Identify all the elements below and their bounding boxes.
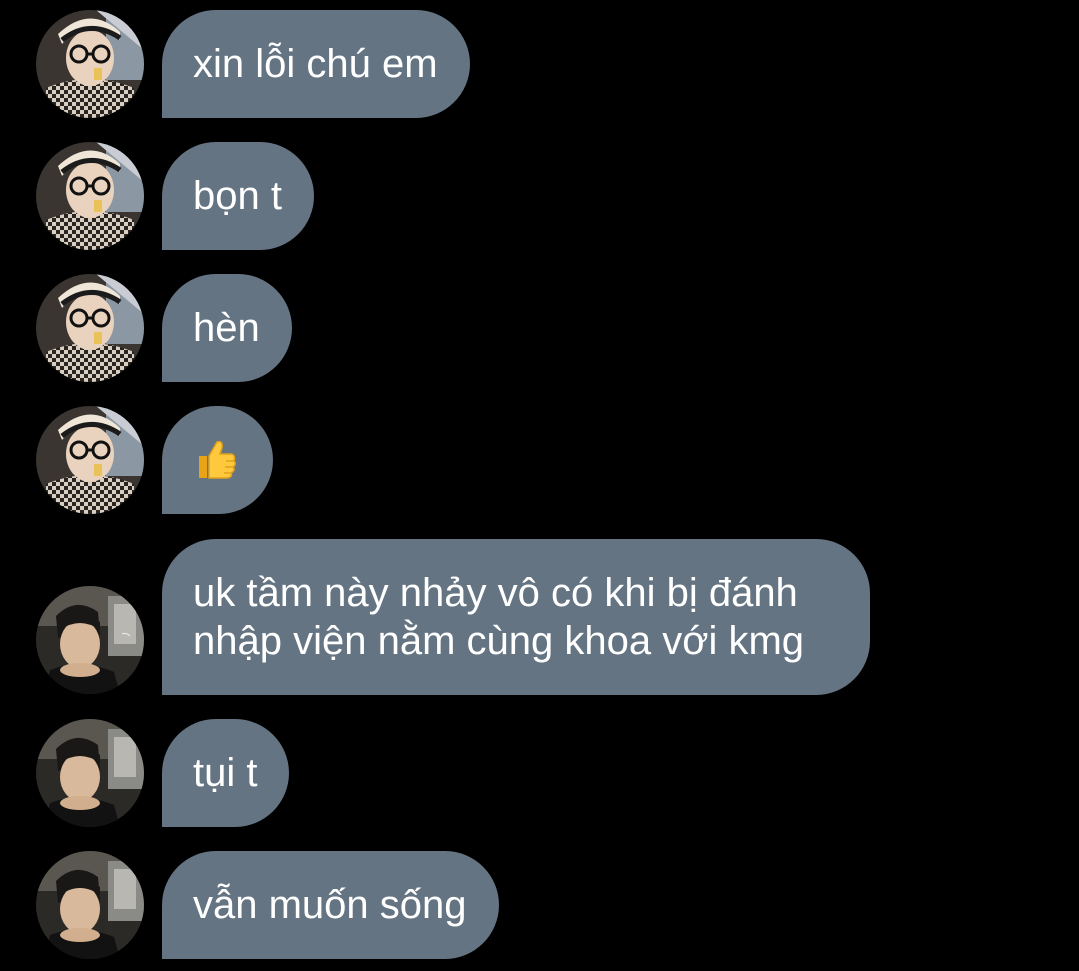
avatar-user-b-image (36, 851, 144, 959)
avatar-user-a[interactable] (36, 142, 144, 250)
message-text: tụi t (193, 751, 258, 795)
avatar-user-a-image (36, 406, 144, 514)
message-bubble[interactable]: bọn t (162, 142, 314, 250)
message-bubble[interactable]: vẫn muốn sống (162, 851, 499, 959)
avatar-user-b[interactable] (36, 719, 144, 827)
message-bubble[interactable]: hèn (162, 274, 292, 382)
avatar-user-a[interactable] (36, 10, 144, 118)
message-text-line: nhập viện nằm cùng khoa với kmg (193, 619, 805, 663)
message-bubble[interactable]: uk tầm này nhảy vô có khi bị đánh nhập v… (162, 539, 870, 695)
avatar-user-a[interactable] (36, 274, 144, 382)
message-bubble[interactable]: tụi t (162, 719, 290, 827)
avatar-user-a-image (36, 142, 144, 250)
message-bubble[interactable]: xin lỗi chú em (162, 10, 470, 118)
avatar-user-b[interactable] (36, 851, 144, 959)
avatar-user-b-image (36, 719, 144, 827)
message-text: xin lỗi chú em (193, 42, 438, 86)
message-text: vẫn muốn sống (193, 883, 467, 927)
message-text: bọn t (193, 174, 282, 218)
thumbs-up-icon-graphic (199, 440, 237, 479)
avatar-user-a-image (36, 10, 144, 118)
avatar-user-b-image (36, 586, 144, 694)
thumbs-up-icon (193, 435, 239, 484)
message-bubble[interactable] (162, 406, 273, 514)
avatar-user-a[interactable] (36, 406, 144, 514)
avatar-user-a-image (36, 274, 144, 382)
message-text: hèn (193, 306, 260, 350)
message-text-line: uk tầm này nhảy vô có khi bị đánh (193, 571, 798, 615)
avatar-user-b[interactable] (36, 586, 144, 694)
